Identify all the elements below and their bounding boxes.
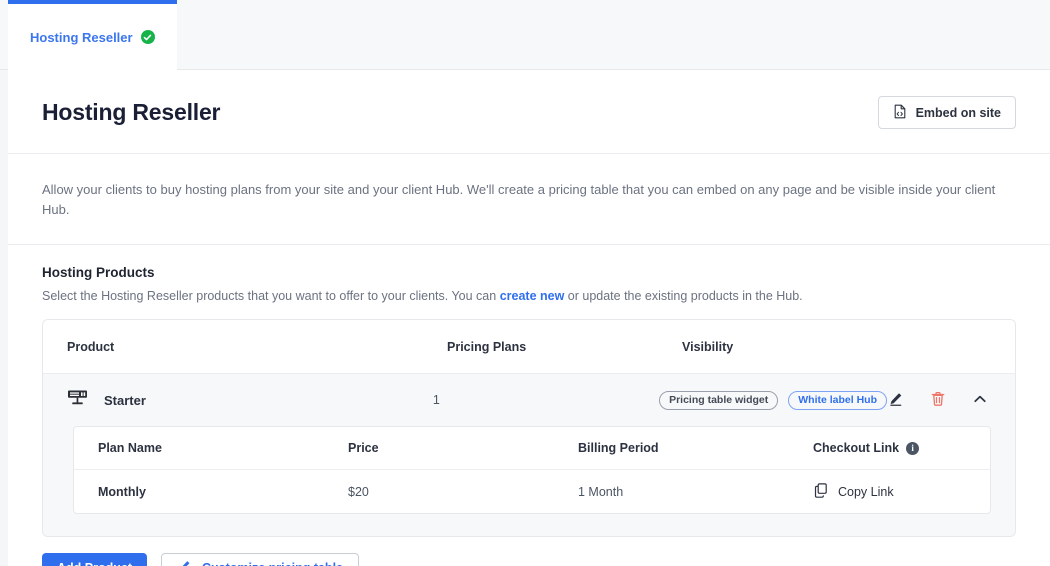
delete-product-button[interactable] — [929, 391, 947, 409]
app-root: Hosting Reseller Hosting Reseller Embed … — [0, 0, 1050, 566]
column-header-pricing-plans: Pricing Plans — [447, 339, 527, 354]
column-header-price: Price — [348, 441, 379, 455]
card-header: Hosting Reseller Embed on site — [8, 70, 1050, 153]
products-table: Product Pricing Plans Visibility Starter… — [42, 319, 1016, 537]
plans-section: Plan Name Price Billing Period Checkout … — [43, 426, 1015, 536]
create-new-link[interactable]: create new — [500, 289, 565, 303]
column-header-visibility: Visibility — [682, 339, 734, 354]
trash-icon — [930, 391, 946, 410]
footer-actions: Add Product Customize pricing table — [8, 537, 1050, 566]
plan-checkout-link-cell: Copy Link — [813, 482, 966, 501]
tab-hosting-reseller[interactable]: Hosting Reseller — [8, 0, 177, 70]
plan-name: Monthly — [98, 484, 146, 499]
embed-code-file-icon — [893, 104, 907, 122]
status-badge-white-label-hub: White label Hub — [788, 390, 887, 410]
hosting-products-section: Hosting Products Select the Hosting Rese… — [8, 245, 1050, 537]
intro-description: Allow your clients to buy hosting plans … — [42, 182, 996, 217]
section-subtitle-after: or update the existing products in the H… — [564, 289, 803, 303]
copy-icon — [813, 482, 829, 501]
status-badge-pricing-table-widget: Pricing table widget — [659, 390, 779, 410]
product-name: Starter — [104, 392, 146, 408]
chevron-up-icon — [972, 391, 988, 410]
embed-on-site-label: Embed on site — [915, 105, 1001, 120]
main-card: Hosting Reseller Embed on site Allow you… — [8, 70, 1050, 566]
column-header-billing-period: Billing Period — [578, 441, 659, 455]
table-row[interactable]: Starter 1 Pricing table widget White lab… — [43, 374, 1015, 426]
customize-pricing-table-button[interactable]: Customize pricing table — [161, 553, 359, 566]
plan-billing-period: 1 Month — [578, 484, 624, 499]
products-table-header: Product Pricing Plans Visibility — [43, 320, 1015, 374]
copy-link-label: Copy Link — [838, 484, 894, 499]
tab-label: Hosting Reseller — [30, 29, 133, 45]
column-header-product: Product — [67, 339, 115, 354]
tab-strip: Hosting Reseller — [0, 0, 1050, 70]
collapse-product-button[interactable] — [971, 391, 989, 409]
section-subtitle-before: Select the Hosting Reseller products tha… — [42, 289, 500, 303]
plans-table: Plan Name Price Billing Period Checkout … — [73, 426, 991, 514]
section-subtitle: Select the Hosting Reseller products tha… — [42, 289, 1016, 303]
server-icon — [67, 389, 88, 411]
pencil-icon — [177, 559, 192, 566]
info-icon[interactable]: i — [906, 441, 920, 455]
copy-link-button[interactable]: Copy Link — [813, 482, 894, 501]
section-title: Hosting Products — [42, 265, 155, 280]
product-pricing-plans-count: 1 — [432, 393, 440, 407]
product-visibility-cell: Pricing table widget White label Hub — [659, 390, 887, 410]
page-title: Hosting Reseller — [42, 99, 221, 125]
edit-product-button[interactable] — [887, 391, 905, 409]
add-product-button[interactable]: Add Product — [42, 553, 147, 566]
customize-pricing-table-label: Customize pricing table — [202, 561, 343, 566]
embed-on-site-button[interactable]: Embed on site — [877, 96, 1016, 129]
product-cell: Starter — [67, 389, 433, 411]
plan-price: $20 — [348, 484, 369, 499]
pencil-icon — [888, 391, 904, 410]
column-header-plan-name: Plan Name — [98, 441, 162, 455]
check-circle-icon — [140, 30, 155, 44]
list-item: Monthly $20 1 Month Copy Link — [74, 470, 990, 513]
plans-table-header: Plan Name Price Billing Period Checkout … — [74, 427, 990, 470]
column-header-checkout-link: Checkout Link i — [813, 441, 966, 455]
column-header-checkout-link-label: Checkout Link — [813, 441, 900, 455]
row-actions — [887, 391, 991, 409]
